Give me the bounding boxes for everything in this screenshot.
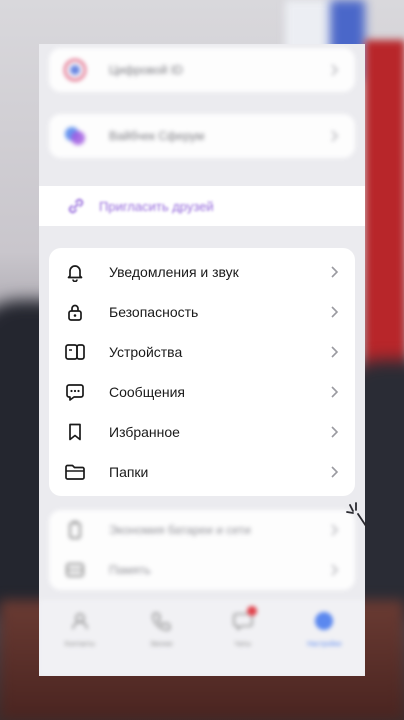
settings-item-security[interactable]: Безопасность xyxy=(49,292,355,332)
chevron-right-icon xyxy=(325,386,345,398)
digital-id-card[interactable]: Цифровой ID xyxy=(49,48,355,92)
phone-icon xyxy=(150,610,172,637)
chevron-right-icon xyxy=(325,306,345,318)
invite-friends-row[interactable]: Пригласить друзей xyxy=(39,186,365,226)
tab-calls[interactable]: Звонки xyxy=(131,610,191,648)
bookmark-icon xyxy=(62,419,88,445)
battery-icon xyxy=(62,517,88,543)
chevron-right-icon xyxy=(325,64,345,76)
chevron-right-icon xyxy=(325,564,345,576)
settings-lower-list: Экономия батареи и сети Память xyxy=(49,510,355,590)
chevron-right-icon xyxy=(325,130,345,142)
sferum-label: Вайбчек Сферум xyxy=(109,129,205,143)
tab-label: Контакты xyxy=(64,641,95,648)
settings-item-label: Экономия батареи и сети xyxy=(109,523,251,537)
lock-icon xyxy=(62,299,88,325)
id-icon xyxy=(62,57,88,83)
invite-friends-label: Пригласить друзей xyxy=(99,198,214,214)
storage-icon xyxy=(62,557,88,583)
settings-item-label: Избранное xyxy=(109,424,180,440)
settings-item-battery[interactable]: Экономия батареи и сети xyxy=(49,510,355,550)
folder-icon xyxy=(62,459,88,485)
settings-item-favorites[interactable]: Избранное xyxy=(49,412,355,452)
tab-label: Чаты xyxy=(234,641,252,648)
settings-item-notifications[interactable]: Уведомления и звук xyxy=(49,252,355,292)
chevron-right-icon xyxy=(325,466,345,478)
settings-item-label: Уведомления и звук xyxy=(109,264,239,280)
chevron-right-icon xyxy=(325,426,345,438)
settings-item-label: Безопасность xyxy=(109,304,199,320)
devices-icon xyxy=(62,339,88,365)
settings-item-folders[interactable]: Папки xyxy=(49,452,355,492)
settings-screen: Цифровой ID Вайбчек Сферум Пригласить др… xyxy=(39,44,365,676)
digital-id-label: Цифровой ID xyxy=(109,63,183,77)
tab-bar: Контакты Звонки Чаты Настройки xyxy=(39,600,365,676)
tab-label: Звонки xyxy=(149,641,173,648)
contacts-icon xyxy=(69,610,91,637)
bell-icon xyxy=(62,259,88,285)
tab-label: Настройки xyxy=(307,641,342,648)
chat-icon xyxy=(62,379,88,405)
settings-item-label: Папки xyxy=(109,464,149,480)
chevron-right-icon xyxy=(325,346,345,358)
settings-item-label: Устройства xyxy=(109,344,183,360)
settings-item-label: Сообщения xyxy=(109,384,185,400)
settings-item-messages[interactable]: Сообщения xyxy=(49,372,355,412)
link-icon xyxy=(63,193,89,219)
settings-list: Уведомления и звук Безопасность Устройст… xyxy=(49,248,355,496)
unread-badge xyxy=(246,606,257,616)
settings-item-storage[interactable]: Память xyxy=(49,550,355,590)
settings-item-devices[interactable]: Устройства xyxy=(49,332,355,372)
chevron-right-icon xyxy=(325,524,345,536)
tap-sparkle-icon xyxy=(346,502,368,528)
chevron-right-icon xyxy=(325,266,345,278)
settings-item-label: Память xyxy=(109,563,151,577)
tab-chats[interactable]: Чаты xyxy=(213,606,273,648)
tab-contacts[interactable]: Контакты xyxy=(50,610,110,648)
sferum-icon xyxy=(62,123,88,149)
profile-icon xyxy=(313,610,335,637)
tab-settings[interactable]: Настройки xyxy=(294,610,354,648)
sferum-card[interactable]: Вайбчек Сферум xyxy=(49,114,355,158)
